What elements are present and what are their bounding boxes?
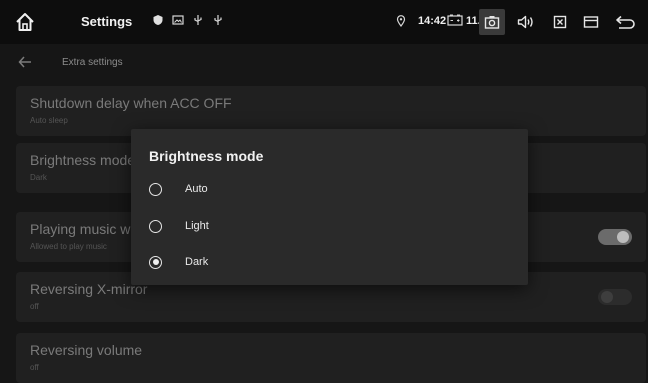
screenshot-button[interactable] <box>479 9 505 35</box>
radio-button[interactable] <box>149 219 162 233</box>
back-arrow-icon[interactable] <box>18 56 32 68</box>
playing-music-toggle[interactable] <box>598 229 632 245</box>
radio-button[interactable] <box>149 182 162 196</box>
toggle-knob <box>601 291 613 303</box>
toggle-knob <box>617 231 629 243</box>
option-dark[interactable]: Dark <box>149 250 208 274</box>
setting-subtitle: off <box>30 302 39 311</box>
setting-title: Reversing volume <box>30 342 143 358</box>
volume-button[interactable] <box>513 9 539 35</box>
option-label: Dark <box>185 256 209 268</box>
option-auto[interactable]: Auto <box>149 177 208 201</box>
recent-apps-button[interactable] <box>578 9 604 35</box>
app-title: Settings <box>81 14 133 29</box>
usb-icon <box>214 15 222 25</box>
setting-row-reversing-volume[interactable]: Reversing volume off <box>16 333 646 383</box>
clock: 14:42 <box>418 15 447 27</box>
close-app-button[interactable] <box>547 9 573 35</box>
dialog-title: Brightness mode <box>149 148 264 164</box>
notification-icons <box>152 14 224 26</box>
option-light[interactable]: Light <box>149 214 209 238</box>
option-label: Light <box>185 220 209 232</box>
back-icon <box>616 15 635 29</box>
setting-subtitle: Auto sleep <box>30 116 68 125</box>
page-title: Extra settings <box>62 57 123 68</box>
gallery-icon <box>172 15 184 25</box>
battery-icon <box>447 14 463 26</box>
setting-title: Reversing X-mirror <box>30 281 148 297</box>
shield-icon <box>153 15 163 25</box>
setting-subtitle: off <box>30 363 39 372</box>
home-icon[interactable] <box>14 11 36 33</box>
setting-title: Brightness mode <box>30 152 136 168</box>
radio-button-checked[interactable] <box>149 255 162 269</box>
close-app-icon <box>553 15 567 29</box>
setting-subtitle: Dark <box>30 173 47 182</box>
window-icon <box>583 16 599 28</box>
usb-icon <box>194 15 202 25</box>
location-icon <box>396 15 406 27</box>
setting-title: Shutdown delay when ACC OFF <box>30 95 232 111</box>
status-bar: Settings 14:42 11.8V <box>0 0 648 44</box>
option-label: Auto <box>185 183 208 195</box>
brightness-mode-dialog: Brightness mode Auto Light Dark <box>131 129 528 285</box>
setting-subtitle: Allowed to play music <box>30 242 107 251</box>
back-button[interactable] <box>613 9 639 35</box>
reversing-x-mirror-toggle[interactable] <box>598 289 632 305</box>
volume-icon <box>517 15 533 29</box>
screenshot-icon <box>484 16 500 29</box>
